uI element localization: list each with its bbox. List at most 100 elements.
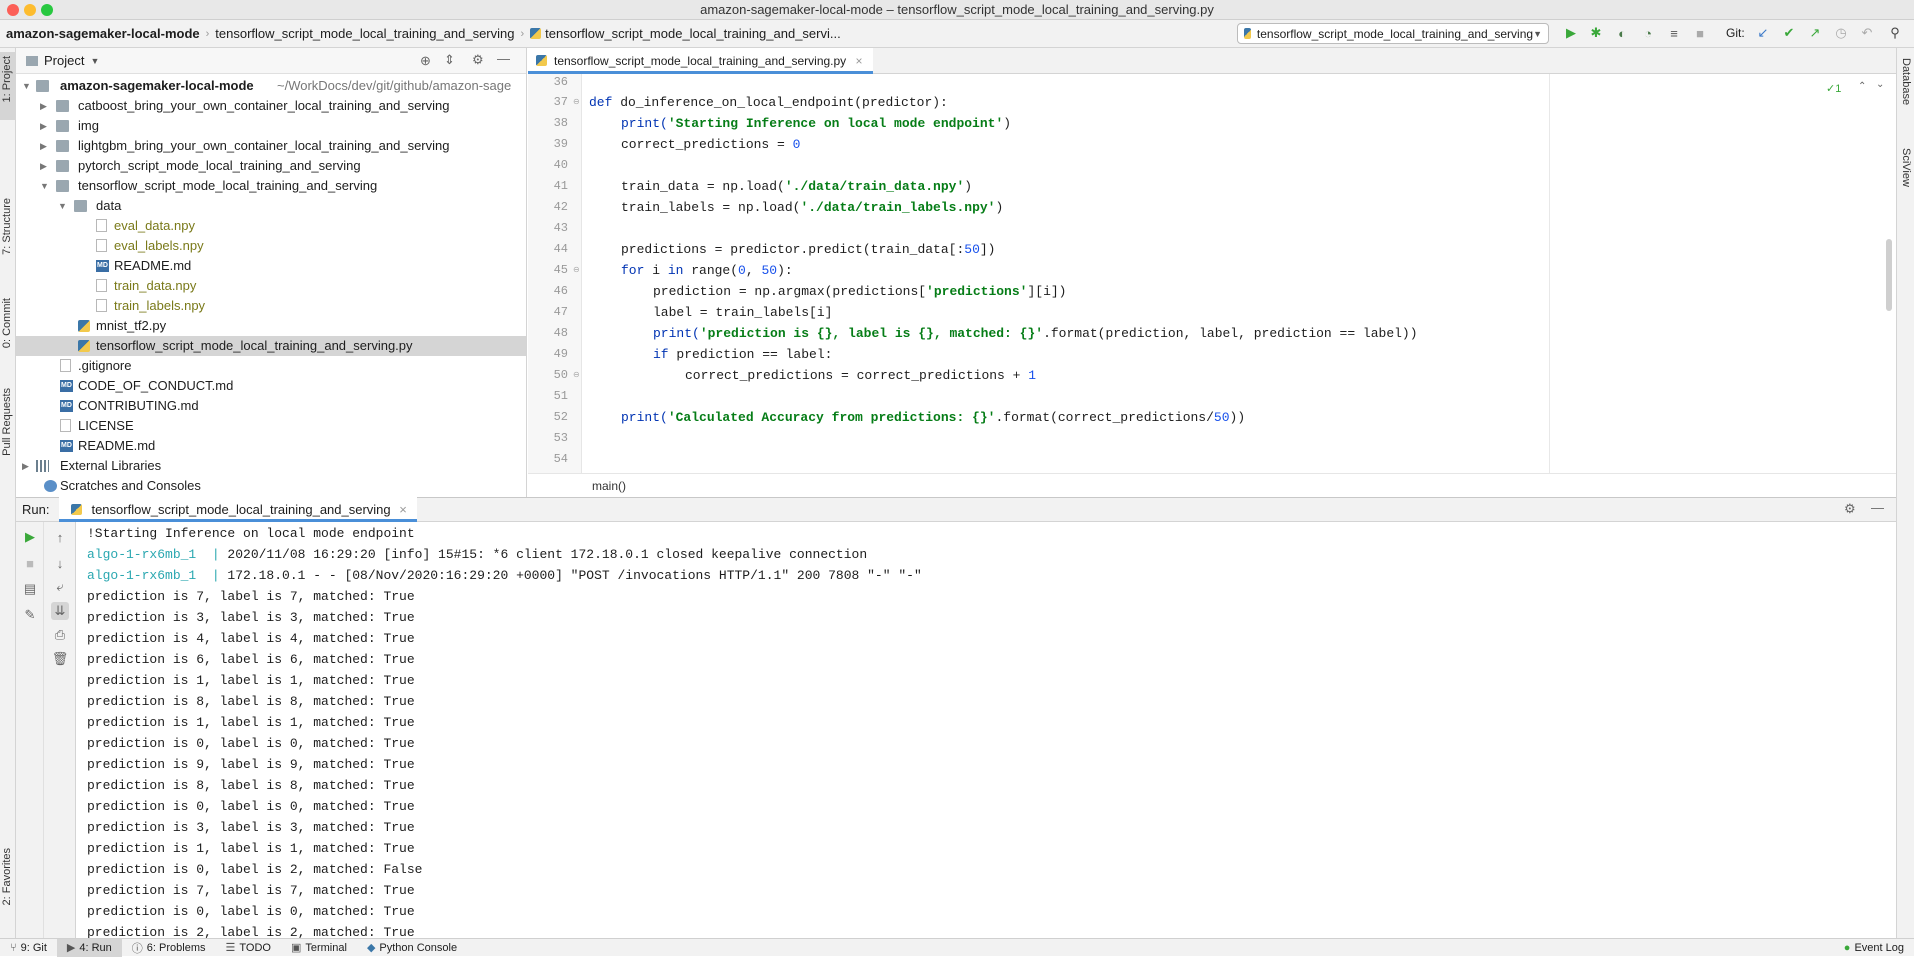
tool-tab-favorites[interactable]: 2: Favorites [1, 848, 13, 905]
arrow-down-icon[interactable]: ↓ [51, 554, 69, 572]
rollback-icon[interactable]: ↶ [1858, 24, 1876, 42]
soft-wrap-icon[interactable]: ⤶ [51, 578, 69, 596]
tree-item[interactable]: ▼ data [16, 196, 526, 216]
tree-item-label: pytorch_script_mode_local_training_and_s… [78, 158, 361, 173]
console-line: prediction is 3, label is 3, matched: Tr… [87, 820, 415, 835]
arrow-up-icon[interactable]: ↑ [51, 528, 69, 546]
breadcrumb-file[interactable]: tensorflow_script_mode_local_training_an… [524, 26, 847, 41]
run-tab-label: tensorflow_script_mode_local_training_an… [91, 502, 391, 517]
editor-scrollbar[interactable] [1886, 239, 1892, 311]
tree-item[interactable]: ▼ tensorflow_script_mode_local_training_a… [16, 176, 526, 196]
code-text: ][i]) [1027, 284, 1067, 299]
hide-icon[interactable]: — [1871, 500, 1884, 515]
tool-tab-project[interactable]: 1: Project [1, 56, 13, 102]
code-text: prediction = np.argmax(predictions[ [653, 284, 927, 299]
tree-item[interactable]: Scratches and Consoles [16, 476, 526, 496]
locate-icon[interactable]: ⊕ [420, 53, 431, 69]
chevron-up-icon[interactable]: ⌃ [1858, 81, 1866, 93]
tree-item-label: CODE_OF_CONDUCT.md [78, 378, 234, 393]
gear-icon[interactable]: ⚙ [1844, 501, 1856, 517]
folder-icon [74, 200, 87, 212]
close-icon[interactable]: × [399, 502, 407, 517]
tree-item[interactable]: ▶ pytorch_script_mode_local_training_and_… [16, 156, 526, 176]
chevron-down-icon[interactable]: ⌄ [1876, 79, 1884, 91]
inspection-widget[interactable]: ✓1 [1826, 82, 1841, 95]
console-line: prediction is 8, label is 8, matched: Tr… [87, 694, 415, 709]
pin-icon[interactable]: ✎ [21, 606, 39, 624]
debug-icon[interactable]: ✱ [1587, 24, 1605, 42]
tree-item[interactable]: train_data.npy [16, 276, 526, 296]
hide-icon[interactable]: — [497, 51, 510, 66]
print-icon[interactable]: ⎙ [51, 626, 69, 644]
tree-item[interactable]: MD CONTRIBUTING.md [16, 396, 526, 416]
run-configuration-select[interactable]: tensorflow_script_mode_local_training_an… [1237, 23, 1549, 44]
tree-item[interactable]: train_labels.npy [16, 296, 526, 316]
tree-item[interactable]: ▶ External Libraries [16, 456, 526, 476]
tool-tab-database[interactable]: Database [1900, 58, 1912, 105]
scroll-to-end-icon[interactable]: ⇊ [51, 602, 69, 620]
tree-item[interactable]: LICENSE [16, 416, 526, 436]
keyword: in [667, 263, 684, 278]
git-update-icon[interactable]: ↙ [1754, 24, 1772, 42]
tree-item[interactable]: ▶ catboost_bring_your_own_container_local… [16, 96, 526, 116]
tool-tab-structure[interactable]: 7: Structure [1, 198, 13, 255]
tree-item[interactable]: mnist_tf2.py [16, 316, 526, 336]
git-push-icon[interactable]: ↗ [1806, 24, 1824, 42]
tree-item[interactable]: ▶ lightgbm_bring_your_own_container_local… [16, 136, 526, 156]
history-icon[interactable]: ◷ [1832, 24, 1850, 42]
run-tab[interactable]: tensorflow_script_mode_local_training_an… [59, 497, 417, 522]
stop-icon[interactable]: ■ [1691, 24, 1709, 42]
rerun-icon[interactable]: ▶ [21, 528, 39, 546]
project-view-select[interactable]: Project [44, 53, 84, 68]
fold-icon[interactable]: ⊖ [573, 265, 580, 274]
tree-item-selected[interactable]: tensorflow_script_mode_local_training_an… [16, 336, 526, 356]
tool-tab-commit[interactable]: 0: Commit [1, 298, 13, 348]
profile-icon[interactable]: ◔ [1639, 24, 1657, 42]
close-icon[interactable]: × [856, 54, 863, 68]
tool-window-problems[interactable]: ⓘ 6: Problems [122, 940, 216, 956]
tool-window-python-console[interactable]: ◆ Python Console [357, 941, 467, 955]
stop-icon[interactable]: ■ [21, 554, 39, 572]
coverage-icon[interactable]: ◐ [1613, 24, 1631, 42]
tree-root[interactable]: ▼ amazon-sagemaker-local-mode ~/WorkDocs… [16, 76, 526, 96]
code-breadcrumb[interactable]: main() [592, 479, 626, 493]
line-number: 54 [553, 452, 568, 466]
run-concurrency-icon[interactable]: ≡ [1665, 24, 1683, 42]
tree-item[interactable]: ▶ img [16, 116, 526, 136]
breadcrumb-project[interactable]: amazon-sagemaker-local-mode [0, 26, 206, 41]
chevron-down-icon[interactable]: ▼ [90, 56, 99, 66]
gear-icon[interactable]: ⚙ [472, 52, 484, 68]
minimize-window-button[interactable] [24, 4, 36, 16]
tool-window-event-log[interactable]: ● Event Log [1834, 942, 1914, 954]
breadcrumb-folder[interactable]: tensorflow_script_mode_local_training_an… [209, 26, 520, 41]
git-commit-icon[interactable]: ✔ [1780, 24, 1798, 42]
console-line: prediction is 1, label is 1, matched: Tr… [87, 841, 415, 856]
close-window-button[interactable] [7, 4, 19, 16]
tool-window-terminal[interactable]: ▣ Terminal [281, 941, 357, 955]
tree-item-label: .gitignore [78, 358, 132, 373]
tree-item[interactable]: eval_labels.npy [16, 236, 526, 256]
tool-window-run[interactable]: ▶ 4: Run [56, 938, 122, 957]
zoom-window-button[interactable] [41, 4, 53, 16]
tree-item[interactable]: .gitignore [16, 356, 526, 376]
fold-icon[interactable]: ⊖ [573, 97, 580, 106]
run-console[interactable]: !Starting Inference on local mode endpoi… [76, 522, 1896, 938]
tree-item[interactable]: MD README.md [16, 256, 526, 276]
run-icon[interactable]: ▶ [1562, 24, 1580, 42]
code-editor[interactable]: def do_inference_on_local_endpoint(predi… [583, 74, 1896, 473]
tool-window-git[interactable]: ⑂ 9: Git [0, 942, 57, 954]
search-everywhere-icon[interactable]: ⚲ [1886, 24, 1904, 42]
collapse-all-icon[interactable]: ⇕ [444, 52, 455, 68]
tree-item[interactable]: eval_data.npy [16, 216, 526, 236]
tree-item[interactable]: MD README.md [16, 436, 526, 456]
tree-item-label: lightgbm_bring_your_own_container_local_… [78, 138, 450, 153]
tree-item[interactable]: MD CODE_OF_CONDUCT.md [16, 376, 526, 396]
tool-tab-sciview[interactable]: SciView [1900, 148, 1912, 187]
folder-icon [56, 160, 69, 172]
tool-window-todo[interactable]: ☰ TODO [216, 941, 281, 955]
tool-tab-pull-requests[interactable]: Pull Requests [1, 388, 13, 456]
editor-tab[interactable]: tensorflow_script_mode_local_training_an… [528, 48, 873, 74]
layout-icon[interactable]: ▤ [21, 580, 39, 598]
fold-icon[interactable]: ⊖ [573, 370, 580, 379]
trash-icon[interactable]: 🗑 [51, 650, 69, 668]
